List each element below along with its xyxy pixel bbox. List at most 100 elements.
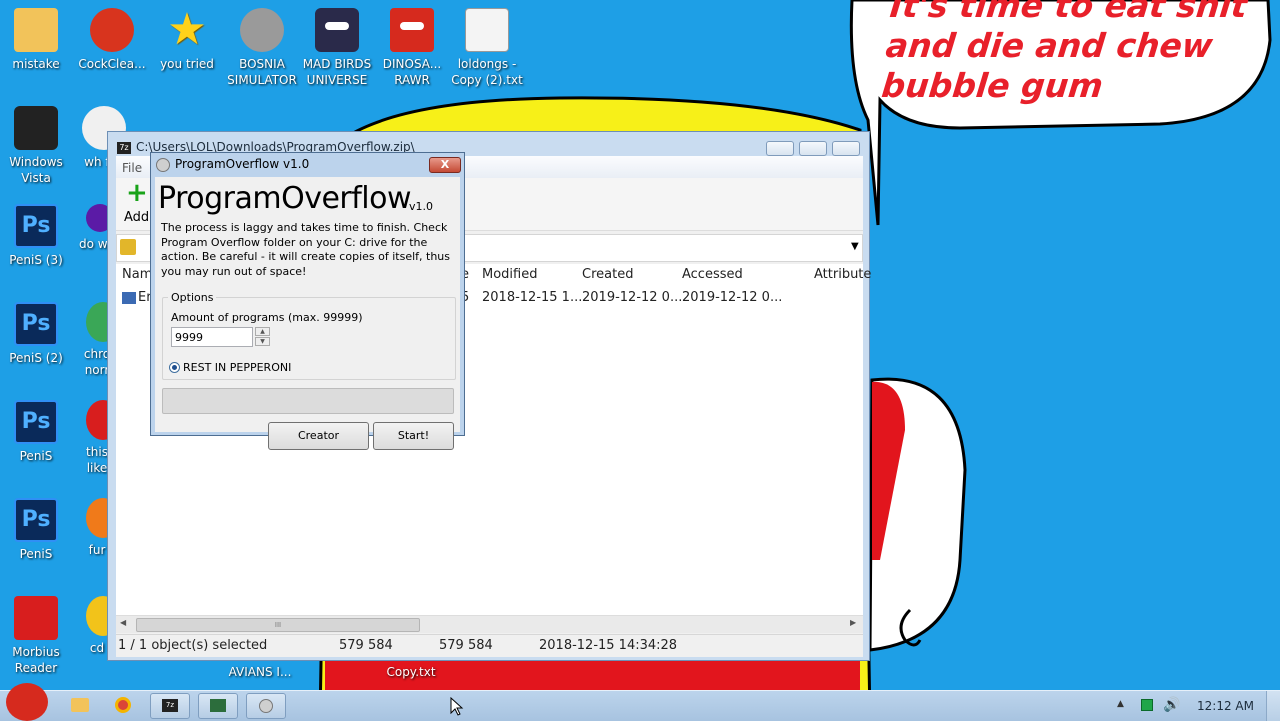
desktop-icon-windows-vista[interactable]: Windows Vista (0, 106, 74, 186)
column-accessed[interactable]: Accessed (682, 267, 743, 282)
minimize-button[interactable] (766, 141, 794, 156)
menu-file[interactable]: File (122, 161, 142, 175)
desktop-icon-mistake[interactable]: mistake (0, 8, 74, 72)
desktop-icon-label: PeniS (2) (9, 351, 63, 365)
dialog-heading: ProgramOverflow (158, 181, 412, 216)
desktop-icon-penis-2[interactable]: Ps PeniS (2) (0, 302, 74, 366)
programoverflow-taskbar-button[interactable] (246, 693, 286, 719)
start-button-bird-icon[interactable] (6, 683, 48, 721)
app-taskbar-button[interactable] (198, 693, 238, 719)
speech-line-3: bubble gum (879, 66, 1105, 105)
spin-down-button[interactable]: ▼ (255, 337, 270, 346)
desktop-icon-penis-b[interactable]: Ps PeniS (0, 498, 74, 562)
7zip-taskbar-button[interactable]: 7z (150, 693, 190, 719)
chevron-down-icon[interactable]: ▼ (851, 241, 859, 252)
row-modified: 2018-12-15 1... (482, 290, 583, 305)
description-text: The process is laggy and takes time to f… (161, 221, 450, 278)
column-attributes[interactable]: Attribute (814, 267, 871, 282)
column-name[interactable]: Nam (122, 267, 152, 282)
clock[interactable]: 12:12 AM (1197, 699, 1254, 713)
terminal-icon (210, 699, 226, 712)
pdf-reader-icon (14, 596, 58, 640)
photoshop-icon: Ps (14, 302, 58, 346)
maximize-button[interactable] (799, 141, 827, 156)
desktop-icon-cockcleaner[interactable]: CockClea... (74, 8, 150, 72)
column-modified[interactable]: Modified (482, 267, 537, 282)
volume-icon[interactable]: 🔊 (1163, 697, 1180, 713)
desktop-icon-bosnia-simulator[interactable]: BOSNIA SIMULATOR (224, 8, 300, 88)
speech-bubble-text: It's time to eat shit and die and chew b… (880, 0, 1253, 106)
tray-app-icon[interactable] (1141, 699, 1153, 711)
desktop-icon-penis-3[interactable]: Ps PeniS (3) (0, 204, 74, 268)
spiked-ball-icon (240, 8, 284, 52)
rest-in-pepperoni-radio[interactable] (169, 362, 180, 373)
tray-expand-icon[interactable]: ▲ (1117, 699, 1124, 709)
desktop-icon-label: PeniS (19, 547, 53, 561)
spin-up-button[interactable]: ▲ (255, 327, 270, 336)
angry-bird-icon (390, 8, 434, 52)
scroll-grip: III (274, 621, 282, 629)
desktop-icon-dinosaur-rawr[interactable]: DINOSA... RAWR (374, 8, 450, 88)
column-created[interactable]: Created (582, 267, 633, 282)
desktop-icon-morbius-reader[interactable]: Morbius Reader (0, 596, 74, 676)
desktop-icon-label: DINOSA... RAWR (382, 57, 442, 87)
status-size: 579 584 (339, 638, 393, 653)
recycle-bin-icon (14, 106, 58, 150)
dialog-title: ProgramOverflow v1.0 (175, 157, 310, 171)
radio-label: REST IN PEPPERONI (183, 361, 292, 374)
close-button[interactable]: X (429, 157, 461, 173)
scroll-left-icon[interactable]: ◀ (120, 618, 126, 627)
desktop-icon-label: CockClea... (78, 57, 146, 71)
status-bar: 1 / 1 object(s) selected 579 584 579 584… (116, 634, 863, 657)
speech-line-1: It's time to eat shit (888, 0, 1250, 25)
speech-line-2: and die and chew (884, 26, 1215, 65)
creator-button[interactable]: Creator (268, 422, 369, 450)
file-icon (122, 292, 136, 304)
row-created: 2019-12-12 0... (582, 290, 683, 305)
folder-icon (14, 8, 58, 52)
desktop-icon-label: Copy.txt (386, 665, 436, 679)
desktop-icon-label: AVIANS I... (228, 665, 292, 679)
desktop-icon-label: Morbius Reader (12, 645, 60, 675)
7zip-icon: 7z (162, 699, 178, 712)
photoshop-icon: Ps (14, 498, 58, 542)
close-button[interactable] (832, 141, 860, 156)
desktop-icon-mad-birds-universe[interactable]: MAD BIRDS UNIVERSE (299, 8, 375, 88)
taskbar: 7z ▲ 🔊 12:12 AM (0, 683, 1280, 721)
scrollbar-thumb[interactable]: III (136, 618, 420, 632)
desktop-icon-label: PeniS (19, 449, 53, 463)
start-button[interactable]: Start! (373, 422, 454, 450)
desktop-icon-avians[interactable]: AVIANS I... (222, 664, 298, 680)
up-folder-icon[interactable] (120, 239, 136, 255)
progress-bar (162, 388, 454, 414)
folder-icon (71, 698, 89, 712)
add-icon: + (126, 178, 148, 208)
desktop-icon-label: you tried (160, 57, 214, 71)
add-button[interactable]: Add (124, 210, 149, 225)
show-desktop-button[interactable] (1266, 691, 1280, 721)
horizontal-scrollbar[interactable]: ◀ III ▶ (116, 615, 863, 633)
scroll-right-icon[interactable]: ▶ (850, 618, 856, 627)
desktop-icon-label: BOSNIA SIMULATOR (227, 57, 297, 87)
gears-icon (259, 699, 273, 713)
gears-icon (156, 158, 170, 172)
desktop-icon-loldongs-txt[interactable]: loldongs - Copy (2).txt (449, 8, 525, 88)
chrome-taskbar-icon[interactable] (103, 693, 143, 719)
desktop-icon-penis[interactable]: Ps PeniS (0, 400, 74, 464)
status-selected: 1 / 1 object(s) selected (118, 638, 268, 653)
desktop-icon-label: mistake (12, 57, 60, 71)
options-label: Options (168, 291, 217, 304)
mouse-cursor-icon (450, 697, 464, 716)
desktop-icon-label: Windows Vista (9, 155, 63, 185)
version-label: v1.0 (409, 200, 434, 213)
status-packed: 579 584 (439, 638, 493, 653)
explorer-taskbar-icon[interactable] (60, 693, 100, 719)
programoverflow-dialog: ProgramOverflow v1.0 X ProgramOverflow v… (150, 152, 465, 450)
status-date: 2018-12-15 14:34:28 (539, 638, 678, 653)
desktop-icon-label: MAD BIRDS UNIVERSE (302, 57, 372, 87)
7zip-icon: 7z (117, 142, 131, 154)
desktop-icon-label: loldongs - Copy (2).txt (451, 57, 523, 87)
amount-input[interactable]: 9999 (171, 327, 253, 347)
desktop-icon-copy-txt[interactable]: Copy.txt (373, 664, 449, 680)
desktop-icon-you-tried[interactable]: ★ you tried (149, 8, 225, 72)
